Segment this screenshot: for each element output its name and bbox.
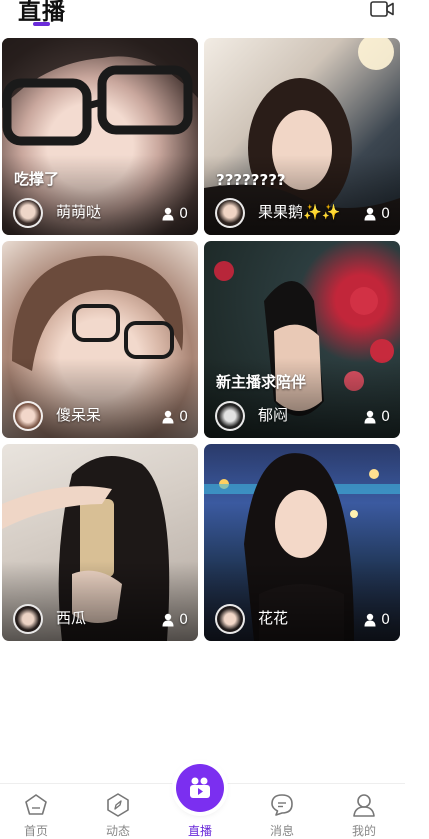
title-underline [33, 22, 50, 26]
tab-label: 消息 [269, 824, 294, 838]
tab-messages[interactable]: 消息 [252, 784, 312, 838]
home-pentagon-icon [25, 794, 47, 815]
live-video-icon [190, 777, 210, 798]
viewer-count-value: 0 [179, 612, 188, 628]
tab-label: 我的 [351, 824, 376, 838]
viewer-count-value: 0 [381, 612, 390, 628]
stream-caption: ???????? [216, 171, 286, 189]
person-icon [162, 410, 174, 424]
viewer-count-value: 0 [179, 206, 188, 222]
person-icon [162, 613, 174, 627]
viewer-count: 0 [364, 409, 390, 425]
avatar [13, 604, 43, 634]
person-icon [364, 207, 376, 221]
stream-card[interactable]: 西瓜 0 [2, 444, 198, 641]
streamer-name: 郁闷 [258, 406, 289, 424]
stream-card[interactable]: 花花 0 [204, 444, 400, 641]
avatar [215, 401, 245, 431]
tab-label: 首页 [23, 824, 48, 838]
viewer-count-value: 0 [179, 409, 188, 425]
tab-label: 动态 [105, 824, 130, 838]
stream-card[interactable]: ???????? 果果鹅✨✨ 0 [204, 38, 400, 235]
header: 直播 [0, 0, 429, 30]
viewer-count-value: 0 [381, 206, 390, 222]
viewer-count: 0 [162, 409, 188, 425]
person-icon [364, 613, 376, 627]
profile-icon [353, 794, 375, 817]
chat-bubble-icon [271, 794, 293, 816]
viewer-count: 0 [162, 612, 188, 628]
stream-card[interactable]: 傻呆呆 0 [2, 241, 198, 438]
streamer-name: 萌萌哒 [56, 203, 102, 221]
tab-home[interactable]: 首页 [6, 784, 66, 838]
avatar [215, 604, 245, 634]
avatar [13, 198, 43, 228]
stream-caption: 吃撑了 [14, 170, 60, 188]
viewer-count: 0 [364, 206, 390, 222]
viewer-count: 0 [364, 612, 390, 628]
streamer-name: 果果鹅✨✨ [258, 203, 341, 221]
stream-caption: 新主播求陪伴 [216, 373, 307, 391]
tab-profile[interactable]: 我的 [334, 784, 394, 838]
streamer-name: 西瓜 [56, 609, 87, 627]
stream-card[interactable]: 吃撑了 萌萌哒 0 [2, 38, 198, 235]
go-live-button[interactable] [176, 764, 224, 812]
streamer-name: 花花 [258, 609, 289, 627]
compass-icon [107, 793, 129, 817]
video-camera-icon[interactable] [367, 0, 397, 20]
person-icon [364, 410, 376, 424]
person-icon [162, 207, 174, 221]
viewer-count: 0 [162, 206, 188, 222]
tab-label: 直播 [187, 824, 212, 838]
avatar [215, 198, 245, 228]
streamer-name: 傻呆呆 [56, 406, 102, 424]
viewer-count-value: 0 [381, 409, 390, 425]
stream-card[interactable]: 新主播求陪伴 郁闷 0 [204, 241, 400, 438]
avatar [13, 401, 43, 431]
tab-feed[interactable]: 动态 [88, 784, 148, 838]
